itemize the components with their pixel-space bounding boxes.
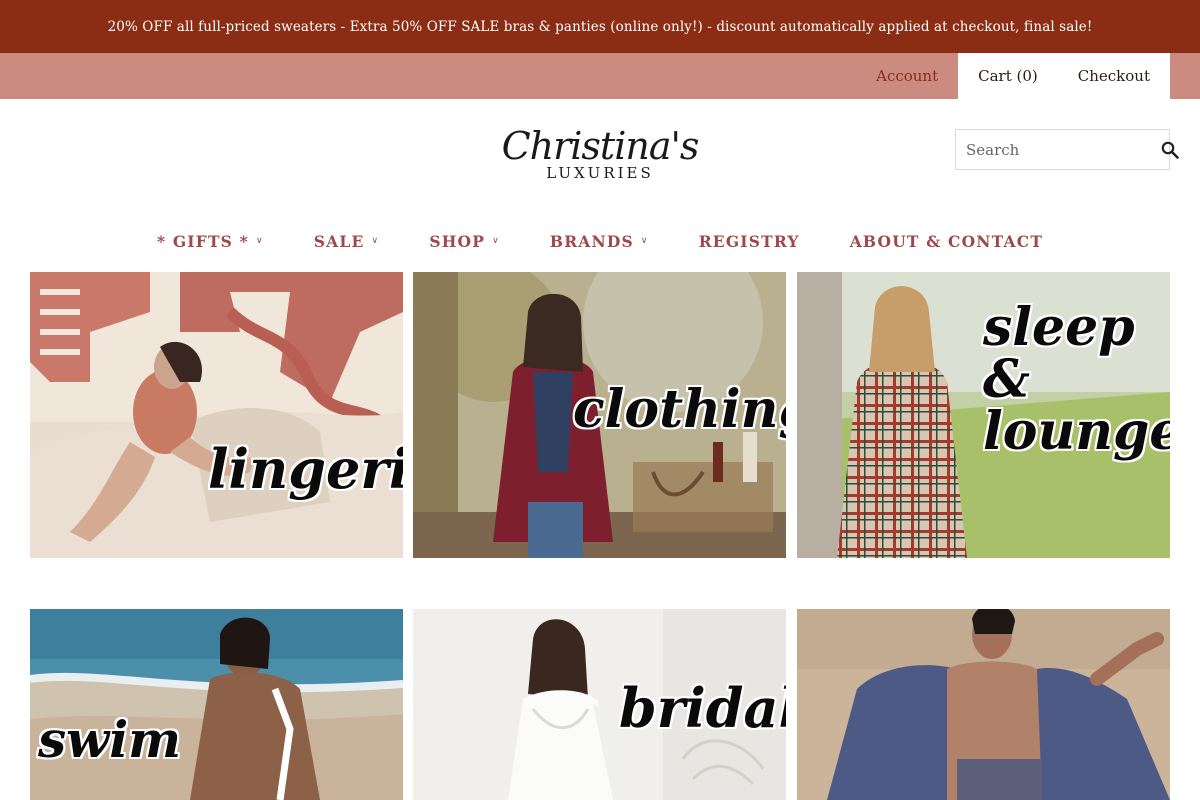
nav-item-label: SHOP <box>429 231 486 251</box>
chevron-down-icon: ∨ <box>492 236 500 246</box>
chevron-down-icon: ∨ <box>640 236 649 246</box>
category-tile-clothing[interactable]: clothing <box>413 272 786 558</box>
category-tile-lingerie[interactable]: lingerie <box>30 272 403 558</box>
nav-item-registry[interactable]: REGISTRY <box>699 232 800 251</box>
nav-item-sale[interactable]: SALE ∨ <box>314 232 380 251</box>
utility-bar: Account Cart (0) Checkout <box>0 53 1200 99</box>
tile-label: lingerie <box>208 437 403 501</box>
tile-label: clothing <box>573 379 786 440</box>
nav-item-shop[interactable]: SHOP ∨ <box>429 232 500 251</box>
cart-checkout-group: Cart (0) Checkout <box>958 53 1170 99</box>
nav-item-label: BRANDS <box>549 231 634 251</box>
checkout-link[interactable]: Checkout <box>1058 53 1170 99</box>
nav-item-label: REGISTRY <box>698 231 800 251</box>
site-logo[interactable]: Christina's LUXURIES <box>500 126 700 194</box>
category-tile-bridal[interactable]: bridal <box>413 609 786 800</box>
nav-item-label: SALE <box>313 231 365 251</box>
nav-item-label: * GIFTS * <box>156 231 249 251</box>
search-icon[interactable] <box>1161 130 1179 169</box>
tile-label: sleep & lounge <box>983 297 1170 462</box>
category-tile-menswear[interactable] <box>797 609 1170 800</box>
menswear-photo <box>797 609 1170 800</box>
account-link[interactable]: Account <box>856 53 958 99</box>
category-tile-swim[interactable]: swim <box>30 609 403 800</box>
search-box <box>955 129 1179 170</box>
promo-banner: 20% OFF all full-priced sweaters - Extra… <box>0 0 1200 53</box>
logo-script-text: Christina's <box>501 124 700 168</box>
nav-item-about-contact[interactable]: ABOUT & CONTACT <box>850 232 1043 251</box>
search-input[interactable] <box>956 130 1161 169</box>
cart-link[interactable]: Cart (0) <box>958 53 1058 99</box>
lingerie-photo <box>30 272 403 558</box>
chevron-down-icon: ∨ <box>371 236 380 246</box>
nav-item-label: ABOUT & CONTACT <box>849 231 1044 251</box>
category-tile-sleep-lounge[interactable]: sleep & lounge <box>797 272 1170 558</box>
chevron-down-icon: ∨ <box>255 236 264 246</box>
promo-text: 20% OFF all full-priced sweaters - Extra… <box>107 18 1093 35</box>
tile-label: swim <box>38 710 182 769</box>
utility-links: Account Cart (0) Checkout <box>856 53 1170 99</box>
nav-item-brands[interactable]: BRANDS ∨ <box>550 232 649 251</box>
nav-item-gifts[interactable]: * GIFTS * ∨ <box>157 232 264 251</box>
swim-photo <box>30 609 403 800</box>
tile-label: bridal <box>619 676 786 740</box>
main-navigation: * GIFTS * ∨ SALE ∨ SHOP ∨ BRANDS ∨ REGIS… <box>0 222 1200 260</box>
